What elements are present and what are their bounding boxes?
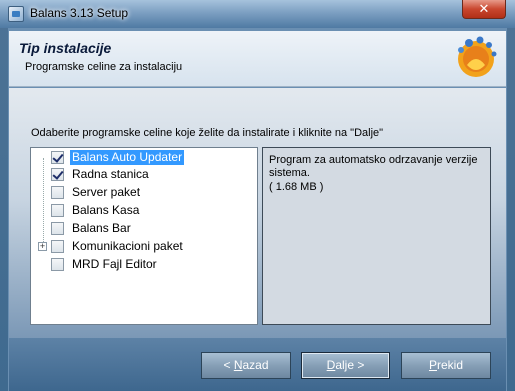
tree-item-label: Server paket <box>72 185 141 199</box>
checkbox-radna-stanica[interactable] <box>51 168 64 181</box>
page-title: Tip instalacije <box>19 40 112 56</box>
cancel-button-label: rekid <box>437 358 464 372</box>
tree-item-server-paket[interactable]: Server paket <box>51 184 142 201</box>
tree-item-label: Balans Kasa <box>72 203 140 217</box>
close-button[interactable]: ✕ <box>462 0 506 19</box>
checkbox-mrd-fajl-editor[interactable] <box>51 258 64 271</box>
wizard-header: Tip instalacije Programske celine za ins… <box>9 31 506 87</box>
tree-item-label: MRD Fajl Editor <box>72 257 157 271</box>
checkbox-server-paket[interactable] <box>51 186 64 199</box>
balans-logo-icon <box>458 36 497 77</box>
description-pane: Program za automatsko odrzavanje verzije… <box>262 147 491 325</box>
tree-item-label: Radna stanica <box>72 167 149 181</box>
title-bar[interactable]: Balans 3.13 Setup ✕ <box>0 0 515 28</box>
cancel-button[interactable]: Prekid <box>401 352 491 379</box>
tree-item-mrd-fajl-editor[interactable]: MRD Fajl Editor <box>51 256 159 273</box>
tree-item-label: Komunikacioni paket <box>72 239 183 253</box>
close-icon: ✕ <box>478 1 490 16</box>
tree-item-komunikacioni-paket[interactable]: Komunikacioni paket <box>51 238 185 255</box>
page-subtitle: Programske celine za instalaciju <box>25 61 183 73</box>
cancel-button-accel: P <box>428 358 437 372</box>
next-button-accel: D <box>326 358 336 372</box>
checkbox-balans-kasa[interactable] <box>51 204 64 217</box>
tree-item-balans-auto-updater[interactable]: Balans Auto Updater <box>51 149 185 166</box>
window-title: Balans 3.13 Setup <box>30 6 129 20</box>
component-tree[interactable]: Balans Auto Updater Radna stanica Server… <box>30 147 258 325</box>
component-size: ( 1.68 MB ) <box>269 181 324 193</box>
back-button-prefix: < <box>223 358 234 372</box>
description-text: Program za automatsko odrzavanje verzije… <box>269 154 478 179</box>
checkbox-balans-auto-updater[interactable] <box>51 151 64 164</box>
tree-item-balans-bar[interactable]: Balans Bar <box>51 220 133 237</box>
instruction-text: Odaberite programske celine koje želite … <box>31 127 384 139</box>
next-button-label: alje > <box>335 358 365 372</box>
back-button[interactable]: < Nazad <box>201 352 291 379</box>
tree-connector <box>43 158 44 248</box>
tree-item-label: Balans Bar <box>72 221 131 235</box>
back-button-label: azad <box>242 358 269 372</box>
next-button[interactable]: Dalje > <box>301 352 390 379</box>
checkbox-balans-bar[interactable] <box>51 222 64 235</box>
tree-item-radna-stanica[interactable]: Radna stanica <box>51 166 151 183</box>
expand-plus-icon[interactable]: + <box>38 242 47 251</box>
checkbox-komunikacioni-paket[interactable] <box>51 240 64 253</box>
setup-app-icon <box>8 6 24 22</box>
tree-item-label: Balans Auto Updater <box>70 150 185 165</box>
tree-item-balans-kasa[interactable]: Balans Kasa <box>51 202 141 219</box>
